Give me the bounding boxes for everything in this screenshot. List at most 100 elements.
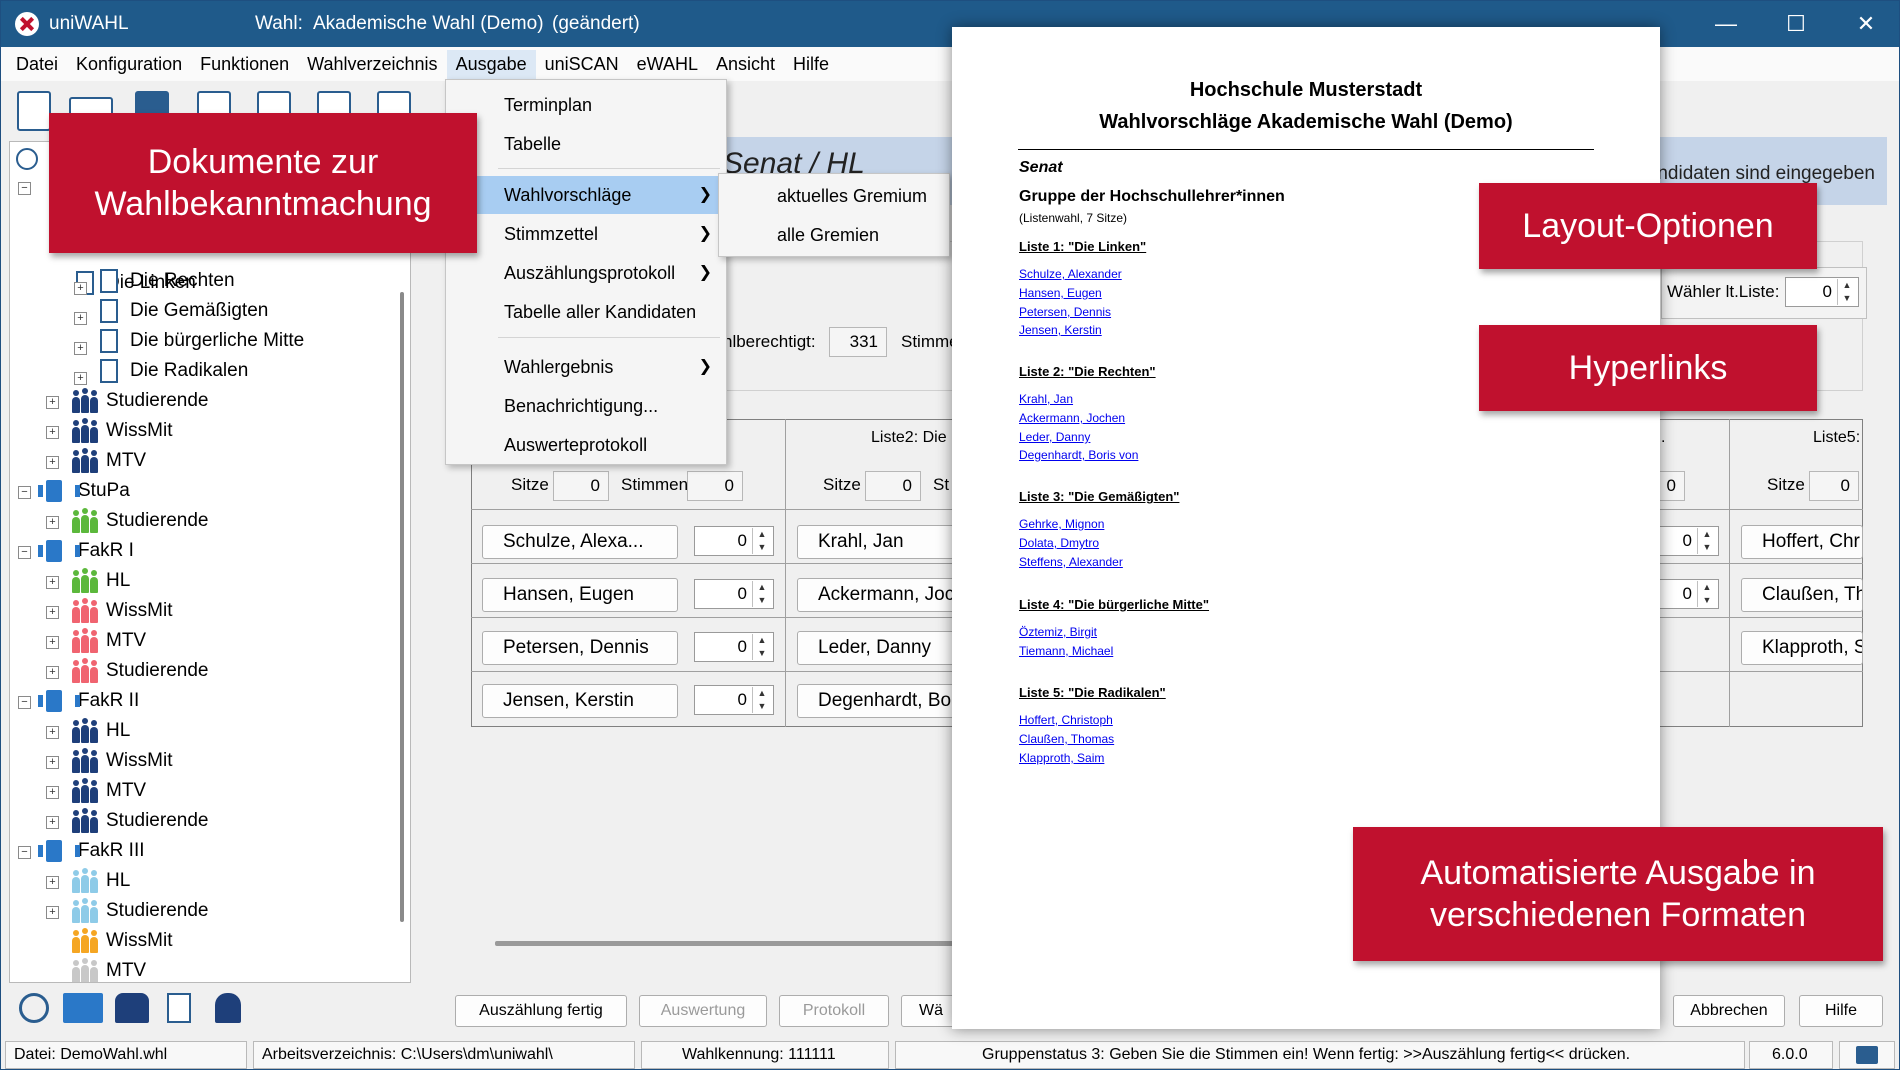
tree-item-die-gemaessigten[interactable]: Die Gemäßigten (100, 296, 268, 326)
close-icon[interactable]: ✕ (1831, 1, 1899, 47)
tree-item-fakr1-wissmit[interactable]: WissMit (72, 596, 172, 626)
preview-candidate-link[interactable]: Krahl, Jan (1019, 392, 1073, 406)
menu-item-auswerteprotokoll[interactable]: Auswerteprotokoll (446, 426, 726, 464)
candidate-button[interactable]: Klapproth, S (1741, 631, 1863, 665)
vote-spinner[interactable]: 0 (1651, 579, 1719, 609)
tree-expander[interactable]: + (46, 666, 59, 679)
tree-item-stupa[interactable]: StuPa (38, 476, 130, 506)
tree-expander[interactable]: − (18, 486, 31, 499)
candidate-button[interactable]: Jensen, Kerstin (482, 684, 678, 718)
menu-hilfe[interactable]: Hilfe (784, 50, 838, 79)
tree-expander[interactable]: + (46, 396, 59, 409)
auswertung-button[interactable]: Auswertung (639, 995, 767, 1027)
menu-ansicht[interactable]: Ansicht (707, 50, 784, 79)
list-add-icon[interactable] (167, 993, 191, 1023)
menu-item-auszaehlungsprotokoll[interactable]: Auszählungsprotokoll ❯ (446, 254, 726, 292)
tree-item-stupa-studierende[interactable]: Studierende (72, 506, 208, 536)
tree-item-senat-mtv[interactable]: MTV (72, 446, 146, 476)
candidate-button[interactable]: Hansen, Eugen (482, 578, 678, 612)
tree-item-fakr2-mtv[interactable]: MTV (72, 776, 146, 806)
tree-item-die-rechten[interactable]: Die Rechten (100, 266, 235, 296)
preview-candidate-link[interactable]: Dolata, Dmytro (1019, 536, 1099, 550)
submenu-item-aktuelles-gremium[interactable]: aktuelles Gremium (719, 177, 949, 215)
tree-expander[interactable]: + (46, 786, 59, 799)
tree-scrollbar[interactable] (400, 292, 404, 922)
menu-item-tabelle-aller-kandidaten[interactable]: Tabelle aller Kandidaten (446, 293, 726, 331)
table-horizontal-scrollbar[interactable] (495, 941, 975, 946)
tree-item-die-radikalen[interactable]: Die Radikalen (100, 356, 248, 386)
candidate-button[interactable]: Krahl, Jan (797, 525, 957, 559)
auszaehlung-fertig-button[interactable]: Auszählung fertig (455, 995, 627, 1027)
tree-expander[interactable]: + (46, 876, 59, 889)
abbrechen-button[interactable]: Abbrechen (1673, 995, 1785, 1027)
candidate-add-icon[interactable] (215, 993, 241, 1023)
menu-item-stimmzettel[interactable]: Stimmzettel ❯ (446, 215, 726, 253)
submenu-item-alle-gremien[interactable]: alle Gremien (719, 216, 949, 254)
menu-item-wahlergebnis[interactable]: Wahlergebnis ❯ (446, 348, 726, 386)
menu-item-wahlvorschlaege[interactable]: Wahlvorschläge ❯ (446, 176, 726, 214)
menu-item-tabelle[interactable]: Tabelle (446, 125, 726, 163)
candidate-button[interactable]: Schulze, Alexa... (482, 525, 678, 559)
tree-expander[interactable]: + (46, 516, 59, 529)
tree-expander[interactable]: + (74, 312, 87, 325)
preview-candidate-link[interactable]: Schulze, Alexander (1019, 267, 1122, 281)
preview-candidate-link[interactable]: Tiemann, Michael (1019, 644, 1113, 658)
tree-item-fakr-3[interactable]: FakR III (38, 836, 145, 866)
vote-spinner[interactable]: 0 (694, 579, 774, 609)
group-add-icon[interactable] (115, 993, 149, 1023)
tree-item-fakr3-studierende[interactable]: Studierende (72, 896, 208, 926)
menu-ewahl[interactable]: eWAHL (628, 50, 707, 79)
new-document-icon[interactable] (17, 91, 51, 131)
tree-expander[interactable]: − (18, 546, 31, 559)
tree-item-fakr2-studierende[interactable]: Studierende (72, 806, 208, 836)
menu-uniscan[interactable]: uniSCAN (536, 50, 628, 79)
candidate-button[interactable]: Degenhardt, Bo (797, 684, 957, 718)
menu-item-benachrichtigung[interactable]: Benachrichtigung... (446, 387, 726, 425)
preview-candidate-link[interactable]: Öztemiz, Birgit (1019, 625, 1097, 639)
tree-item-fakr3-mtv[interactable]: MTV (72, 956, 146, 982)
tree-expander[interactable]: + (46, 426, 59, 439)
protokoll-button[interactable]: Protokoll (779, 995, 889, 1027)
tree-item-fakr-2[interactable]: FakR II (38, 686, 139, 716)
menu-funktionen[interactable]: Funktionen (191, 50, 298, 79)
tree-expander[interactable]: − (18, 846, 31, 859)
waehler-spinner[interactable]: 0 (1785, 277, 1859, 307)
tree-item-fakr2-hl[interactable]: HL (72, 716, 130, 746)
tree-item-fakr1-hl[interactable]: HL (72, 566, 130, 596)
committee-add-icon[interactable] (63, 993, 103, 1023)
menu-item-terminplan[interactable]: Terminplan (446, 86, 726, 124)
tree-item-die-buergerliche-mitte[interactable]: Die bürgerliche Mitte (100, 326, 304, 356)
menu-datei[interactable]: Datei (7, 50, 67, 79)
preview-candidate-link[interactable]: Petersen, Dennis (1019, 305, 1111, 319)
tree-item-fakr-1[interactable]: FakR I (38, 536, 134, 566)
preview-candidate-link[interactable]: Gehrke, Mignon (1019, 517, 1104, 531)
candidate-button[interactable]: Hoffert, Chr (1741, 525, 1863, 559)
tree-expander[interactable]: + (46, 756, 59, 769)
candidate-button[interactable]: Ackermann, Joc (797, 578, 957, 612)
tree-item-senat-studierende[interactable]: Studierende (72, 386, 208, 416)
tree-item-fakr2-wissmit[interactable]: WissMit (72, 746, 172, 776)
tree-expander[interactable]: + (74, 342, 87, 355)
tree-expander[interactable]: + (74, 372, 87, 385)
tree-item-fakr3-hl[interactable]: HL (72, 866, 130, 896)
menu-ausgabe[interactable]: Ausgabe (446, 49, 536, 79)
menu-wahlverzeichnis[interactable]: Wahlverzeichnis (298, 50, 446, 79)
tree-item-fakr1-mtv[interactable]: MTV (72, 626, 146, 656)
candidate-button[interactable]: Claußen, Th (1741, 578, 1863, 612)
vote-spinner[interactable]: 0 (694, 685, 774, 715)
tree-expander[interactable]: + (46, 816, 59, 829)
preview-candidate-link[interactable]: Degenhardt, Boris von (1019, 448, 1138, 462)
candidate-button[interactable]: Leder, Danny (797, 631, 957, 665)
preview-candidate-link[interactable]: Claußen, Thomas (1019, 732, 1114, 746)
candidate-button[interactable]: Petersen, Dennis (482, 631, 678, 665)
preview-candidate-link[interactable]: Hansen, Eugen (1019, 286, 1102, 300)
preview-candidate-link[interactable]: Ackermann, Jochen (1019, 411, 1125, 425)
minimize-icon[interactable]: — (1691, 1, 1761, 47)
tree-expander[interactable]: + (46, 906, 59, 919)
vote-spinner[interactable]: 0 (694, 526, 774, 556)
preview-candidate-link[interactable]: Jensen, Kerstin (1019, 323, 1102, 337)
status-save-icon[interactable] (1839, 1041, 1895, 1069)
tree-expander[interactable]: − (18, 182, 31, 195)
tree-expander[interactable]: + (46, 456, 59, 469)
election-logo-icon[interactable] (19, 993, 49, 1023)
